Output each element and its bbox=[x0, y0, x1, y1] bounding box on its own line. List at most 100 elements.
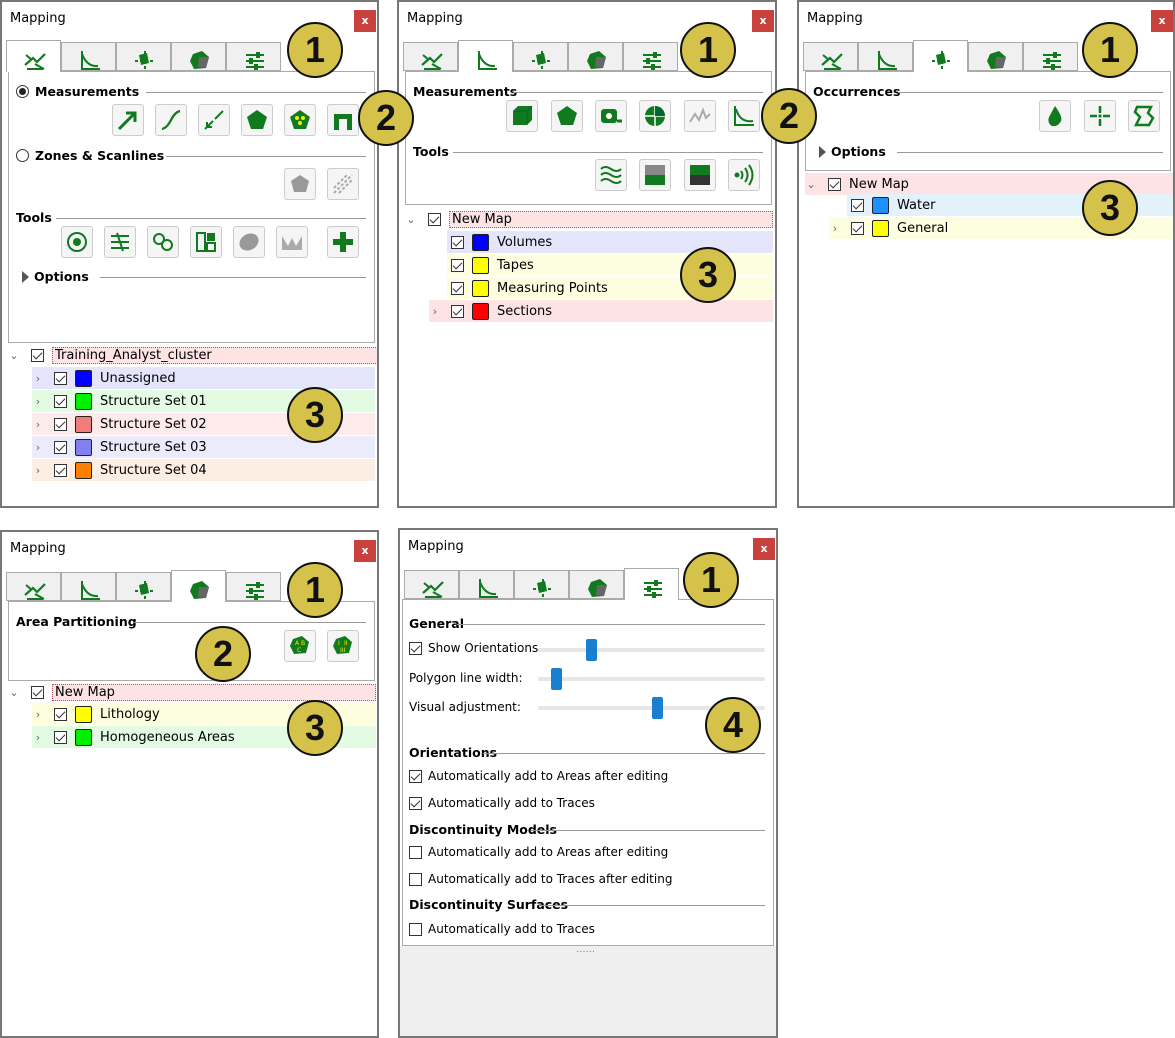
tool-button[interactable] bbox=[684, 159, 716, 191]
polygon-line-width-slider[interactable] bbox=[538, 668, 765, 690]
tree-checkbox[interactable] bbox=[31, 685, 44, 699]
orientations-slider-handle[interactable] bbox=[586, 639, 597, 661]
tool-button[interactable] bbox=[728, 159, 760, 191]
tab-settings[interactable] bbox=[226, 572, 281, 601]
visual-adjustment-slider-handle[interactable] bbox=[652, 697, 663, 719]
tree-root[interactable]: ⌄ New Map bbox=[405, 208, 773, 230]
tab-settings[interactable] bbox=[1023, 42, 1078, 71]
tree-checkbox[interactable] bbox=[54, 707, 67, 721]
tree-item[interactable]: › Sections bbox=[429, 300, 773, 322]
tab-area-partitioning[interactable] bbox=[171, 570, 226, 602]
tool-button[interactable] bbox=[327, 226, 359, 258]
close-button[interactable]: x bbox=[752, 10, 774, 32]
chevron-down-icon[interactable]: ⌄ bbox=[805, 178, 817, 191]
tool-button[interactable] bbox=[506, 100, 538, 132]
tree-checkbox[interactable] bbox=[451, 235, 464, 249]
close-button[interactable]: x bbox=[753, 538, 775, 560]
tree-root[interactable]: ⌄ Training_Analyst_cluster bbox=[8, 344, 377, 366]
tool-button[interactable] bbox=[595, 159, 627, 191]
chevron-right-icon[interactable]: › bbox=[32, 464, 44, 477]
tree-checkbox[interactable] bbox=[451, 258, 464, 272]
tool-button[interactable] bbox=[1128, 100, 1160, 132]
chevron-right-icon[interactable]: › bbox=[32, 395, 44, 408]
chevron-right-icon[interactable]: › bbox=[829, 222, 841, 235]
tab-traces[interactable] bbox=[6, 572, 61, 601]
tree-checkbox[interactable] bbox=[451, 304, 464, 318]
tab-area-partitioning[interactable] bbox=[569, 570, 624, 599]
tree-checkbox[interactable] bbox=[851, 221, 864, 235]
chevron-right-icon[interactable]: › bbox=[32, 441, 44, 454]
tab-occurrences[interactable] bbox=[514, 570, 569, 600]
tree-checkbox[interactable] bbox=[54, 371, 67, 385]
models-areas-checkbox[interactable] bbox=[409, 845, 422, 859]
tool-button-disabled[interactable] bbox=[233, 226, 265, 258]
surfaces-traces-checkbox[interactable] bbox=[409, 922, 422, 936]
tree-checkbox[interactable] bbox=[851, 198, 864, 212]
chevron-right-icon[interactable]: › bbox=[32, 708, 44, 721]
close-button[interactable]: x bbox=[354, 540, 376, 562]
tool-button[interactable] bbox=[155, 104, 187, 136]
chevron-down-icon[interactable]: ⌄ bbox=[8, 686, 20, 699]
tree-checkbox[interactable] bbox=[54, 394, 67, 408]
tab-area-partitioning[interactable] bbox=[968, 42, 1023, 71]
close-button[interactable]: x bbox=[354, 10, 376, 32]
surfaces-traces-option[interactable]: Automatically add to Traces bbox=[409, 922, 595, 936]
tool-button[interactable] bbox=[241, 104, 273, 136]
tool-button-disabled[interactable] bbox=[284, 168, 316, 200]
tree-checkbox[interactable] bbox=[428, 212, 441, 226]
tab-settings[interactable] bbox=[226, 42, 281, 71]
tree-checkbox[interactable] bbox=[54, 730, 67, 744]
tree-checkbox[interactable] bbox=[451, 281, 464, 295]
models-areas-option[interactable]: Automatically add to Areas after editing bbox=[409, 845, 668, 859]
tool-button-disabled[interactable] bbox=[327, 168, 359, 200]
orientations-traces-checkbox[interactable] bbox=[409, 796, 422, 810]
tab-traces[interactable] bbox=[6, 40, 61, 72]
tree-item[interactable]: › Unassigned bbox=[32, 367, 375, 389]
tool-button[interactable] bbox=[639, 100, 671, 132]
tool-button[interactable] bbox=[551, 100, 583, 132]
tool-button[interactable] bbox=[190, 226, 222, 258]
tool-button[interactable] bbox=[284, 104, 316, 136]
section-options[interactable]: Options bbox=[22, 269, 366, 284]
tab-area-partitioning[interactable] bbox=[568, 42, 623, 71]
tool-button[interactable] bbox=[595, 100, 627, 132]
tab-occurrences[interactable] bbox=[116, 572, 171, 602]
tool-button[interactable] bbox=[147, 226, 179, 258]
section-options[interactable]: Options bbox=[819, 144, 1163, 159]
tab-measurements[interactable] bbox=[459, 570, 514, 599]
tree-item[interactable]: › Structure Set 04 bbox=[32, 459, 375, 481]
zones-radio[interactable] bbox=[16, 149, 29, 162]
tool-button[interactable] bbox=[1039, 100, 1071, 132]
show-orientations-option[interactable]: Show Orientations bbox=[409, 641, 538, 655]
tab-measurements[interactable] bbox=[61, 572, 116, 601]
tree-checkbox[interactable] bbox=[31, 348, 44, 362]
resize-grip[interactable]: ...... bbox=[576, 944, 595, 955]
orientations-slider[interactable] bbox=[538, 639, 765, 661]
chevron-right-icon[interactable]: › bbox=[32, 372, 44, 385]
tool-button[interactable] bbox=[61, 226, 93, 258]
tool-button[interactable]: I II III bbox=[327, 630, 359, 662]
tab-occurrences[interactable] bbox=[913, 40, 968, 72]
orientations-areas-option[interactable]: Automatically add to Areas after editing bbox=[409, 769, 668, 783]
tool-button[interactable] bbox=[327, 104, 359, 136]
tab-measurements[interactable] bbox=[61, 42, 116, 71]
tab-traces[interactable] bbox=[803, 42, 858, 71]
chevron-down-icon[interactable]: ⌄ bbox=[405, 213, 417, 226]
tool-button[interactable]: ABC bbox=[284, 630, 316, 662]
chevron-down-icon[interactable]: ⌄ bbox=[8, 349, 20, 362]
models-traces-checkbox[interactable] bbox=[409, 872, 422, 886]
show-orientations-checkbox[interactable] bbox=[409, 641, 422, 655]
tool-button[interactable] bbox=[1084, 100, 1116, 132]
tree-checkbox[interactable] bbox=[54, 440, 67, 454]
tab-settings[interactable] bbox=[624, 568, 679, 600]
tab-occurrences[interactable] bbox=[116, 42, 171, 72]
tool-button[interactable] bbox=[112, 104, 144, 136]
tree-item[interactable]: Volumes bbox=[447, 231, 773, 253]
tree-checkbox[interactable] bbox=[54, 417, 67, 431]
models-traces-option[interactable]: Automatically add to Traces after editin… bbox=[409, 872, 672, 886]
orientations-areas-checkbox[interactable] bbox=[409, 769, 422, 783]
chevron-right-icon[interactable]: › bbox=[32, 731, 44, 744]
polygon-line-width-slider-handle[interactable] bbox=[551, 668, 562, 690]
tab-traces[interactable] bbox=[404, 570, 459, 599]
tab-occurrences[interactable] bbox=[513, 42, 568, 72]
